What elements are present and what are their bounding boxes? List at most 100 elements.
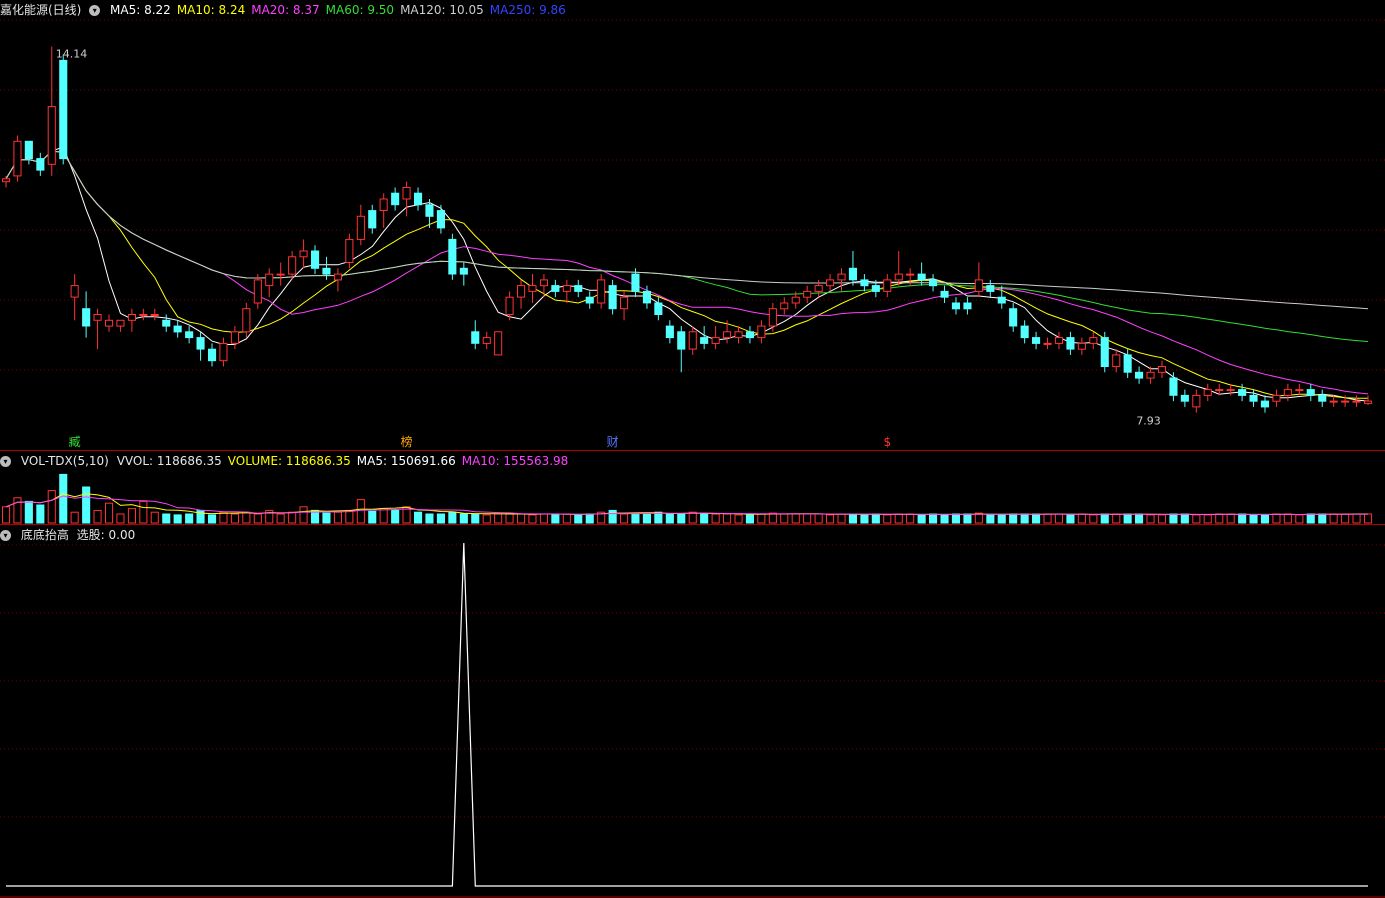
candle [1226,389,1235,392]
candle [1318,394,1327,402]
event-marker: 财 [607,435,619,449]
candle [1180,394,1189,402]
volume-bar [791,513,800,524]
volume-bar [1192,514,1201,524]
candle [208,348,217,362]
candle [402,187,411,200]
volume-bar [1226,513,1235,524]
candle [82,308,91,327]
volume-indicator-title[interactable]: VOL-TDX(5,10) [21,454,109,468]
candle [734,331,743,339]
volume-bar [1238,513,1247,524]
candle [1169,377,1178,396]
indicator-legend-item-0: 选股: 0.00 [76,528,136,542]
candle [471,331,480,344]
volume-bar [139,500,148,524]
candle [1020,325,1029,339]
volume-bar [391,509,400,524]
candle [127,314,136,321]
candle [311,250,320,269]
candle [929,279,938,287]
volume-bar [333,511,342,524]
ma5-line [5,146,1369,402]
candle [551,285,560,292]
volume-bar [1089,514,1098,524]
price-chart-panel[interactable]: 嘉化能源(日线) ▾ MA5: 8.22 MA10: 8.24 MA20: 8.37… [0,0,1385,450]
indicator-chart[interactable] [0,525,1385,898]
candle [1192,394,1201,408]
candle [494,331,503,356]
price-legend-item-2: MA20: 8.37 [251,3,320,17]
volume-bar [768,512,777,524]
volume-bar [860,514,869,524]
candle [688,331,697,350]
candle [745,331,755,339]
price-legend-item-0: MA5: 8.22 [110,3,171,17]
volume-bar [757,513,766,524]
candle [185,331,194,339]
volume-bar [1180,513,1189,524]
volume-bar [917,514,926,524]
price-legend-item-1: MA10: 8.24 [176,3,246,17]
volume-bar [665,513,674,524]
candle [13,140,22,177]
candle [368,210,377,229]
candle [986,285,995,292]
volume-bar [986,514,995,524]
chevron-down-icon[interactable]: ▾ [89,5,101,16]
candlestick-chart[interactable]: 14.14 7.93 臧 榜 财 $ [0,0,1385,450]
candle [951,302,961,310]
candle [105,319,114,327]
candle [894,273,903,281]
price-legend-item-4: MA120: 10.05 [400,3,484,17]
volume-bar [494,513,503,524]
volume-bar [1169,513,1178,524]
ma120-line [5,150,1369,310]
volume-bar [59,473,68,524]
candle [265,273,274,287]
volume-bar [1100,513,1109,524]
candle [826,279,835,287]
volume-bar [723,513,732,524]
candle [1157,366,1167,373]
volume-panel[interactable]: ▾ VOL-TDX(5,10) VVOL: 118686.35 VOLUME: 1… [0,451,1385,525]
volume-bar [253,513,262,524]
candle [780,302,789,310]
chevron-down-icon[interactable]: ▾ [0,456,11,467]
candle [139,314,148,316]
candle [414,192,423,206]
candle [963,302,972,310]
volume-bar [1329,513,1338,524]
candle [299,250,308,258]
volume-bar [826,514,835,524]
candle [1329,400,1338,403]
candle [253,279,262,304]
ma60-line [5,150,1369,342]
volume-bar [127,508,136,524]
candle [288,256,297,275]
volume-bar [471,513,480,524]
candle [1283,389,1292,396]
candle [1249,394,1258,402]
candle [1364,400,1373,404]
volume-bar [780,513,789,524]
chevron-down-icon[interactable]: ▾ [0,530,11,541]
volume-bar [345,509,354,524]
candle [2,178,11,183]
candle [24,140,33,160]
candle [1215,389,1224,392]
stock-name-label[interactable]: 嘉化能源(日线) [0,3,81,17]
volume-bar [185,513,194,524]
candle [93,314,102,321]
volume-bar [356,499,365,524]
indicator-title[interactable]: 底底抬高 [21,528,69,542]
volume-bar [803,513,812,524]
low-price-label: 7.93 [1136,415,1161,428]
volume-bar [608,509,617,524]
candle [1135,371,1144,379]
volume-bar [242,511,251,524]
volume-bar [871,513,880,524]
candle [482,337,491,344]
indicator-panel[interactable]: ▾ 底底抬高 选股: 0.00 [0,525,1385,898]
candle [1112,354,1121,367]
